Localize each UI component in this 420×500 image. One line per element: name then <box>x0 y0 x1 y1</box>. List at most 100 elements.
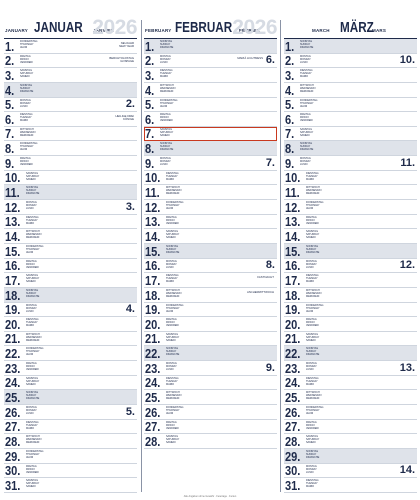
day-row[interactable]: 16. MONTAG MONDAY LUNDI 8. <box>144 259 277 274</box>
day-row[interactable]: 6. FREITAG FRIDAY VENDREDI <box>284 112 417 127</box>
day-row[interactable]: 25. MITTWOCH WEDNESDAY MERCREDI <box>144 390 277 406</box>
day-row[interactable]: 27. DIENSTAG TUESDAY MARDI <box>4 420 137 435</box>
day-row[interactable]: 2. MONTAG MONDAY LUNDI MARIÄ LICHTMESS 6. <box>144 54 277 69</box>
day-number: 17. <box>145 272 161 288</box>
day-row[interactable]: 15. DONNERSTAG THURSDAY JEUDI <box>4 244 137 259</box>
day-row[interactable]: 4. SONNTAG SUNDAY DIMANCHE <box>4 82 137 98</box>
day-row[interactable]: 26. DONNERSTAG THURSDAY JEUDI <box>284 405 417 420</box>
day-number: 17. <box>5 272 21 288</box>
day-row[interactable]: 24. DIENSTAG TUESDAY MARDI <box>144 376 277 391</box>
day-row[interactable]: 16. MONTAG MONDAY LUNDI 12. <box>284 259 417 274</box>
day-row[interactable]: 17. DIENSTAG TUESDAY MARDI <box>284 273 417 288</box>
day-row[interactable]: 20. FREITAG FRIDAY VENDREDI <box>284 317 417 332</box>
weekday-name: SAMSTAG SATURDAY SAMEDI <box>166 435 180 445</box>
day-row[interactable]: 20. FREITAG FRIDAY VENDREDI <box>144 317 277 332</box>
day-number: 7. <box>285 126 295 142</box>
day-row[interactable]: 24. SAMSTAG SATURDAY SAMEDI <box>4 376 137 391</box>
day-row[interactable]: 10. SAMSTAG SATURDAY SAMEDI <box>4 171 137 186</box>
day-row[interactable]: 28. SAMSTAG SATURDAY SAMEDI <box>144 434 277 449</box>
day-row[interactable]: 22. DONNERSTAG THURSDAY JEUDI <box>4 346 137 362</box>
day-row[interactable]: 9. MONTAG MONDAY LUNDI 7. <box>144 156 277 171</box>
day-row[interactable]: 22. SONNTAG SUNDAY DIMANCHE <box>144 346 277 362</box>
day-row[interactable]: 13. FREITAG FRIDAY VENDREDI <box>144 215 277 230</box>
day-row[interactable]: 19. DONNERSTAG THURSDAY JEUDI <box>144 303 277 318</box>
day-row[interactable]: 11. MITTWOCH WEDNESDAY MERCREDI <box>144 185 277 201</box>
day-row[interactable]: 14. MITTWOCH WEDNESDAY MERCREDI <box>4 229 137 244</box>
day-row[interactable]: 1. SONNTAG SUNDAY DIMANCHE <box>144 39 277 54</box>
day-row[interactable]: 11. MITTWOCH WEDNESDAY MERCREDI <box>284 185 417 201</box>
day-row[interactable]: 17. SAMSTAG SATURDAY SAMEDI <box>4 273 137 288</box>
day-row[interactable]: 17. DIENSTAG TUESDAY MARDI FASTNACHT <box>144 273 277 288</box>
day-row[interactable]: 25. SONNTAG SUNDAY DIMANCHE <box>4 390 137 406</box>
day-number: 21. <box>285 331 301 347</box>
day-row[interactable]: 28. MITTWOCH WEDNESDAY MERCREDI <box>4 434 137 449</box>
day-row[interactable]: 12. DONNERSTAG THURSDAY JEUDI <box>284 200 417 215</box>
day-row[interactable]: 21. MITTWOCH WEDNESDAY MERCREDI <box>4 332 137 347</box>
day-row[interactable]: 4. MITTWOCH WEDNESDAY MERCREDI <box>284 83 417 98</box>
day-row[interactable]: 16. FREITAG FRIDAY VENDREDI <box>4 259 137 274</box>
day-row[interactable]: 11. SONNTAG SUNDAY DIMANCHE <box>4 185 137 201</box>
day-row[interactable]: 28. SAMSTAG SATURDAY SAMEDI <box>284 434 417 449</box>
day-row[interactable]: 18. SONNTAG SUNDAY DIMANCHE <box>4 287 137 303</box>
day-row[interactable]: 27. FREITAG FRIDAY VENDREDI <box>144 420 277 435</box>
day-row[interactable]: 2. MONTAG MONDAY LUNDI 10. <box>284 54 417 69</box>
day-row[interactable]: 5. DONNERSTAG THURSDAY JEUDI <box>284 98 417 113</box>
day-row[interactable]: 27. FREITAG FRIDAY VENDREDI <box>284 420 417 435</box>
day-row[interactable]: 30. MONTAG MONDAY LUNDI 14. <box>284 464 417 479</box>
day-row[interactable]: 3. SAMSTAG SATURDAY SAMEDI <box>4 68 137 83</box>
day-row[interactable]: 3. DIENSTAG TUESDAY MARDI <box>284 68 417 83</box>
day-number: 1. <box>145 38 155 54</box>
day-row[interactable]: 29. SONNTAG SUNDAY DIMANCHE <box>284 448 417 464</box>
day-row[interactable]: 8. SONNTAG SUNDAY DIMANCHE <box>284 141 417 157</box>
day-row[interactable]: 18. MITTWOCH WEDNESDAY MERCREDI <box>284 288 417 303</box>
day-row[interactable]: 30. FREITAG FRIDAY VENDREDI <box>4 464 137 479</box>
day-row[interactable]: 13. FREITAG FRIDAY VENDREDI <box>284 215 417 230</box>
day-row[interactable]: 7. SAMSTAG SATURDAY SAMEDI <box>284 127 417 142</box>
day-row[interactable]: 24. DIENSTAG TUESDAY MARDI <box>284 376 417 391</box>
day-row[interactable]: 7. MITTWOCH WEDNESDAY MERCREDI <box>4 127 137 142</box>
day-row[interactable]: 9. FREITAG FRIDAY VENDREDI <box>4 156 137 171</box>
day-row[interactable]: 5. DONNERSTAG THURSDAY JEUDI <box>144 98 277 113</box>
day-row[interactable]: 12. DONNERSTAG THURSDAY JEUDI <box>144 200 277 215</box>
day-row[interactable]: 8. SONNTAG SUNDAY DIMANCHE <box>144 141 277 157</box>
day-row[interactable]: 13. DIENSTAG TUESDAY MARDI <box>4 215 137 230</box>
day-row[interactable]: 26. MONTAG MONDAY LUNDI 5. <box>4 405 137 420</box>
day-row[interactable]: 23. MONTAG MONDAY LUNDI 13. <box>284 361 417 376</box>
day-number: 25. <box>5 390 21 406</box>
day-row[interactable]: 14. SAMSTAG SATURDAY SAMEDI <box>144 229 277 244</box>
day-number: 9. <box>145 155 155 171</box>
day-row[interactable]: 4. MITTWOCH WEDNESDAY MERCREDI <box>144 83 277 98</box>
day-row[interactable]: 25. MITTWOCH WEDNESDAY MERCREDI <box>284 390 417 406</box>
day-row[interactable]: 22. SONNTAG SUNDAY DIMANCHE <box>284 346 417 362</box>
day-row[interactable]: 9. MONTAG MONDAY LUNDI 11. <box>284 156 417 171</box>
day-row[interactable]: 18. MITTWOCH WEDNESDAY MERCREDI ASCHERMITT… <box>144 288 277 303</box>
day-row[interactable]: 31. DIENSTAG TUESDAY MARDI <box>284 478 417 493</box>
day-row[interactable]: 6. FREITAG FRIDAY VENDREDI <box>144 112 277 127</box>
day-row[interactable]: 29. DONNERSTAG THURSDAY JEUDI <box>4 449 137 464</box>
day-row[interactable]: 14. SAMSTAG SATURDAY SAMEDI <box>284 229 417 244</box>
day-row[interactable]: 15. SONNTAG SUNDAY DIMANCHE <box>144 243 277 259</box>
day-row[interactable]: 10. DIENSTAG TUESDAY MARDI <box>144 171 277 186</box>
day-row[interactable]: 2. FREITAG FRIDAY VENDREDI BERCHTOLDSTAG G… <box>4 54 137 69</box>
day-row[interactable]: 19. MONTAG MONDAY LUNDI 4. <box>4 303 137 318</box>
day-row[interactable]: 21. SAMSTAG SATURDAY SAMEDI <box>284 332 417 347</box>
day-row[interactable]: 10. DIENSTAG TUESDAY MARDI <box>284 171 417 186</box>
day-row[interactable]: 5. MONTAG MONDAY LUNDI 2. <box>4 98 137 113</box>
day-row[interactable]: 8. DONNERSTAG THURSDAY JEUDI <box>4 141 137 157</box>
day-row[interactable]: 3. DIENSTAG TUESDAY MARDI <box>144 68 277 83</box>
day-row[interactable]: 31. SAMSTAG SATURDAY SAMEDI <box>4 478 137 493</box>
weekday-name: FREITAG FRIDAY VENDREDI <box>166 420 179 430</box>
day-row[interactable]: 1. SONNTAG SUNDAY DIMANCHE <box>284 39 417 54</box>
day-row[interactable]: 23. FREITAG FRIDAY VENDREDI <box>4 361 137 376</box>
day-row[interactable]: 6. DIENSTAG TUESDAY MARDI HEILIGE DREI KÖN… <box>4 112 137 127</box>
day-row[interactable]: 21. SAMSTAG SATURDAY SAMEDI <box>144 332 277 347</box>
day-row[interactable]: 12. MONTAG MONDAY LUNDI 3. <box>4 200 137 215</box>
day-row[interactable]: 15. SONNTAG SUNDAY DIMANCHE <box>284 243 417 259</box>
day-row[interactable]: 26. DONNERSTAG THURSDAY JEUDI <box>144 405 277 420</box>
day-row[interactable]: 1. DONNERSTAG THURSDAY JEUDI NEUJAHR NEW Y… <box>4 39 137 54</box>
day-row[interactable]: 20. DIENSTAG TUESDAY MARDI <box>4 317 137 332</box>
day-row[interactable]: 23. MONTAG MONDAY LUNDI 9. <box>144 361 277 376</box>
weekday-name: SAMSTAG SATURDAY SAMEDI <box>300 127 314 137</box>
day-row[interactable]: 7. SAMSTAG SATURDAY SAMEDI <box>144 126 277 142</box>
day-row[interactable]: 19. DONNERSTAG THURSDAY JEUDI <box>284 303 417 318</box>
